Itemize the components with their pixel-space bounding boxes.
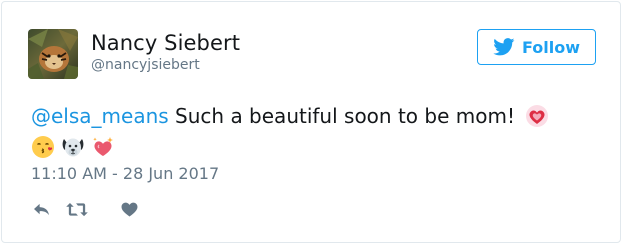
tweet-card: Nancy Siebert @nancyjsiebert Follow @els… (1, 1, 621, 243)
follow-label: Follow (521, 37, 580, 57)
mention-link[interactable]: @elsa_means (31, 104, 169, 128)
twitter-bird-icon (493, 38, 515, 56)
retweet-icon (66, 202, 88, 216)
reply-button[interactable] (31, 199, 51, 219)
kissing-face-emoji (32, 136, 54, 158)
emoji-row (31, 135, 115, 159)
heart-icon (121, 202, 137, 217)
tweet-text: @elsa_means Such a beautiful soon to be … (31, 102, 596, 130)
tweet-timestamp[interactable]: 11:10 AM - 28 Jun 2017 (31, 164, 219, 183)
tweet-actions (31, 199, 139, 219)
avatar[interactable] (28, 29, 78, 79)
follow-button[interactable]: Follow (477, 29, 596, 65)
retweet-button[interactable] (64, 199, 90, 219)
tweet-body: Such a beautiful soon to be mom! (168, 104, 515, 128)
display-name[interactable]: Nancy Siebert (91, 31, 240, 55)
avatar-image (28, 29, 78, 79)
user-handle[interactable]: @nancyjsiebert (91, 57, 200, 73)
heart-with-sparkles-emoji (93, 137, 113, 156)
sparkling-heart-emoji (526, 105, 549, 127)
like-button[interactable] (119, 199, 139, 219)
dog-face-emoji (62, 138, 84, 157)
reply-icon (33, 203, 49, 215)
